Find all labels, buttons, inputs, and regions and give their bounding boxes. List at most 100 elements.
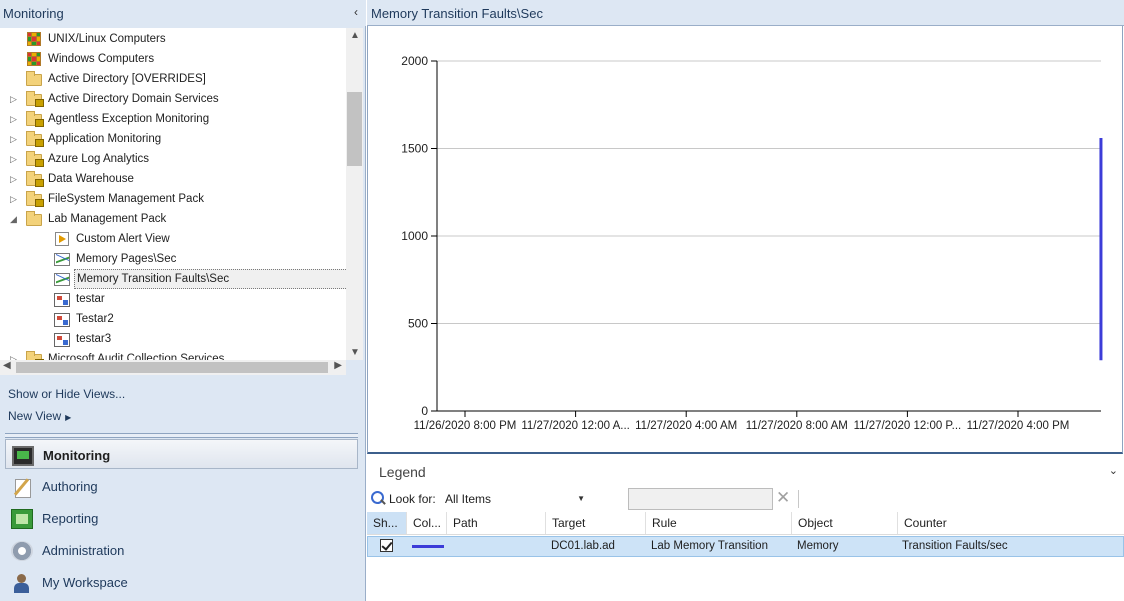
search-icon: [371, 491, 385, 505]
expand-toggle-icon[interactable]: ▷: [10, 189, 20, 209]
navigation-pane-title: Monitoring: [3, 6, 64, 21]
chart-header: Memory Transition Faults\Sec: [367, 0, 1124, 26]
scroll-thumb-horizontal[interactable]: [16, 362, 328, 373]
show-checkbox[interactable]: [380, 539, 393, 552]
x-tick-label: 11/27/2020 12:00 P...: [854, 420, 962, 432]
tree-item[interactable]: ▷ Azure Log Analytics: [10, 149, 340, 169]
legend-collapse-icon[interactable]: ⌄: [1109, 464, 1118, 477]
look-for-dropdown[interactable]: All Items ▼: [443, 489, 589, 509]
tree-item[interactable]: UNIX/Linux Computers: [26, 29, 340, 49]
workspace-label: Monitoring: [43, 448, 111, 463]
y-tick-label: 1500: [401, 142, 428, 156]
performance-view-icon: [54, 271, 71, 287]
column-header-color[interactable]: Col...: [407, 512, 447, 534]
tree-item-label: Lab Management Pack: [48, 213, 167, 225]
tree-item[interactable]: Windows Computers: [26, 49, 340, 69]
tree-item[interactable]: ▷ Microsoft Audit Collection Services: [10, 349, 340, 360]
x-tick-label: 11/26/2020 8:00 PM: [414, 420, 517, 432]
tree-item[interactable]: ◢ Lab Management Pack: [10, 209, 340, 229]
tree-horizontal-scrollbar[interactable]: ◀ ▶: [0, 360, 346, 375]
scroll-down-icon[interactable]: ▼: [350, 347, 360, 358]
legend-search-input[interactable]: [628, 488, 773, 510]
y-tick-label: 1000: [401, 229, 428, 243]
performance-chart[interactable]: 0 500 1000 1500 2000 11/26/2020 8:00 PM 11/27/…: [367, 26, 1123, 454]
clear-search-icon[interactable]: ✕: [776, 488, 790, 508]
table-row[interactable]: DC01.lab.ad Lab Memory Transition Memory…: [367, 536, 1124, 557]
column-header-counter[interactable]: Counter: [898, 512, 1124, 534]
legend-title: Legend: [379, 464, 426, 480]
collapse-pane-icon[interactable]: ‹: [354, 5, 358, 19]
tree-item[interactable]: Custom Alert View: [54, 229, 340, 249]
toolbar-separator: [798, 490, 799, 508]
tree-item[interactable]: ▷ Application Monitoring: [10, 129, 340, 149]
column-header-show[interactable]: Sh...: [367, 512, 407, 534]
look-for-value: All Items: [445, 492, 492, 506]
tree-item[interactable]: ▷ Agentless Exception Monitoring: [10, 109, 340, 129]
scroll-right-icon[interactable]: ▶: [334, 360, 342, 371]
tree-item-label: Application Monitoring: [48, 133, 162, 145]
column-header-rule[interactable]: Rule: [646, 512, 792, 534]
tree-item-label: Testar2: [76, 313, 114, 325]
authoring-icon: [11, 477, 33, 498]
my-workspace-icon: [11, 573, 33, 593]
tree-item[interactable]: Memory Pages\Sec: [54, 249, 340, 269]
show-hide-views-link[interactable]: Show or Hide Views...: [8, 387, 125, 401]
expand-toggle-icon[interactable]: ▷: [10, 149, 20, 169]
reporting-icon: [11, 509, 33, 529]
new-view-link[interactable]: New View ▶: [8, 409, 71, 423]
workspace-button-my-workspace[interactable]: My Workspace: [5, 567, 358, 597]
workspace-label: My Workspace: [42, 575, 128, 590]
tree-item-label: testar: [76, 293, 105, 305]
column-header-object[interactable]: Object: [792, 512, 898, 534]
expand-toggle-icon[interactable]: ▷: [10, 349, 20, 360]
tree-item[interactable]: Memory Transition Faults\Sec: [54, 269, 346, 289]
column-header-target[interactable]: Target: [546, 512, 646, 534]
tree-vertical-scrollbar[interactable]: ▲ ▼: [346, 28, 363, 360]
tree-item-label: testar3: [76, 333, 112, 345]
state-grid-icon: [26, 31, 43, 47]
administration-icon: [11, 541, 33, 561]
tree-item[interactable]: testar: [54, 289, 340, 309]
tree-item[interactable]: ▷ Active Directory Domain Services: [10, 89, 340, 109]
tree-item[interactable]: testar3: [54, 329, 340, 349]
workspace-label: Reporting: [42, 511, 99, 526]
dashboard-view-icon: [54, 331, 71, 347]
tree-item-label: UNIX/Linux Computers: [48, 33, 166, 45]
scroll-thumb[interactable]: [347, 92, 362, 166]
workspace-button-reporting[interactable]: Reporting: [5, 503, 358, 533]
expand-toggle-icon[interactable]: ▷: [10, 169, 20, 189]
expand-toggle-icon[interactable]: ▷: [10, 109, 20, 129]
chart-title: Memory Transition Faults\Sec: [371, 6, 543, 21]
navigation-pane-header: Monitoring ‹: [0, 0, 366, 26]
y-tick-label: 500: [408, 317, 428, 331]
scroll-left-icon[interactable]: ◀: [3, 360, 11, 371]
locked-folder-icon: [26, 191, 44, 207]
column-header-path[interactable]: Path: [447, 512, 546, 534]
tree-item[interactable]: Active Directory [OVERRIDES]: [26, 69, 340, 89]
workspace-label: Administration: [42, 543, 125, 558]
workspace-splitter[interactable]: [5, 433, 358, 438]
dashboard-view-icon: [54, 311, 71, 327]
dropdown-arrow-icon: ▼: [577, 494, 585, 503]
expand-toggle-icon[interactable]: ▷: [10, 89, 20, 109]
scroll-up-icon[interactable]: ▲: [350, 30, 360, 41]
cell-rule: Lab Memory Transition: [651, 540, 768, 552]
dashboard-view-icon: [54, 291, 71, 307]
cell-target: DC01.lab.ad: [551, 540, 615, 552]
expand-toggle-icon[interactable]: ▷: [10, 129, 20, 149]
locked-folder-icon: [26, 131, 44, 147]
tree-item[interactable]: Testar2: [54, 309, 340, 329]
tree-item-label: Memory Pages\Sec: [76, 253, 177, 265]
tree-item[interactable]: ▷ Data Warehouse: [10, 169, 340, 189]
locked-folder-icon: [26, 91, 44, 107]
results-pane: Memory Transition Faults\Sec 0 500 1000 150…: [367, 0, 1124, 601]
new-view-arrow-icon: ▶: [65, 413, 72, 422]
folder-icon: [26, 71, 43, 87]
workspace-button-administration[interactable]: Administration: [5, 535, 358, 565]
tree-item[interactable]: ▷ FileSystem Management Pack: [10, 189, 340, 209]
expand-toggle-icon[interactable]: ◢: [10, 209, 20, 229]
workspace-button-monitoring[interactable]: Monitoring: [5, 439, 358, 469]
tree-item-label: Active Directory Domain Services: [48, 93, 219, 105]
x-tick-label: 11/27/2020 4:00 PM: [967, 420, 1070, 432]
workspace-button-authoring[interactable]: Authoring: [5, 471, 358, 501]
